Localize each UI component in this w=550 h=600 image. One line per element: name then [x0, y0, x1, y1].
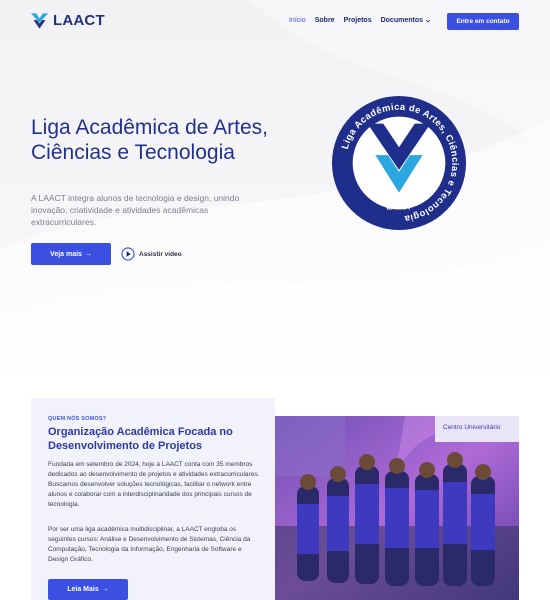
hero-title: Liga Acadêmica de Artes, Ciências e Tecn… — [31, 116, 268, 164]
laact-seal-logo: Liga Acadêmica de Artes, Ciências e Tecn… — [331, 95, 467, 231]
seal-label: LAACT — [387, 202, 412, 211]
nav-item-projetos[interactable]: Projetos — [344, 17, 372, 24]
about-title: Organização Acadêmica Focada no Desenvol… — [48, 426, 233, 452]
nav-item-documentos[interactable]: Documentos — [381, 17, 431, 24]
about-paragraph-2: Por ser uma liga acadêmica multidiscipli… — [48, 526, 251, 563]
nav-item-documentos-label: Documentos — [380, 17, 423, 24]
nav-item-sobre[interactable]: Sobre — [315, 17, 335, 24]
hero-section: LAACT Início Sobre Projetos Documentos E… — [0, 0, 550, 373]
top-navbar: LAACT Início Sobre Projetos Documentos E… — [0, 0, 550, 44]
about-paragraph-1: Fundada em setembro de 2024, hoje a LAAC… — [48, 461, 260, 508]
veja-mais-button[interactable]: Veja mais → — [31, 243, 111, 265]
laact-logo-icon — [31, 12, 48, 29]
arrow-right-icon: → — [84, 250, 92, 258]
about-kicker: QUEM NÓS SOMOS? — [48, 416, 107, 422]
watch-video-label: Assistir vídeo — [139, 250, 182, 258]
leia-mais-button[interactable]: Leia Mais → — [48, 579, 128, 600]
play-icon — [121, 247, 135, 261]
brand-name: LAACT — [53, 12, 105, 29]
brand[interactable]: LAACT — [31, 12, 105, 29]
nav-menu: Início Sobre Projetos Documentos — [289, 17, 431, 24]
contact-button[interactable]: Entre em contato — [447, 13, 519, 30]
chevron-down-icon — [425, 19, 431, 22]
arrow-right-icon: → — [101, 586, 109, 593]
team-photo: Centro Universitário — [275, 416, 519, 600]
leia-mais-label: Leia Mais — [67, 586, 99, 593]
nav-item-inicio[interactable]: Início — [289, 17, 306, 24]
photo-sign-text: Centro Universitário — [443, 424, 501, 431]
hero-description: A LAACT integra alunos de tecnologia e d… — [31, 193, 240, 227]
veja-mais-label: Veja mais — [50, 250, 82, 258]
watch-video-button[interactable]: Assistir vídeo — [121, 247, 182, 261]
